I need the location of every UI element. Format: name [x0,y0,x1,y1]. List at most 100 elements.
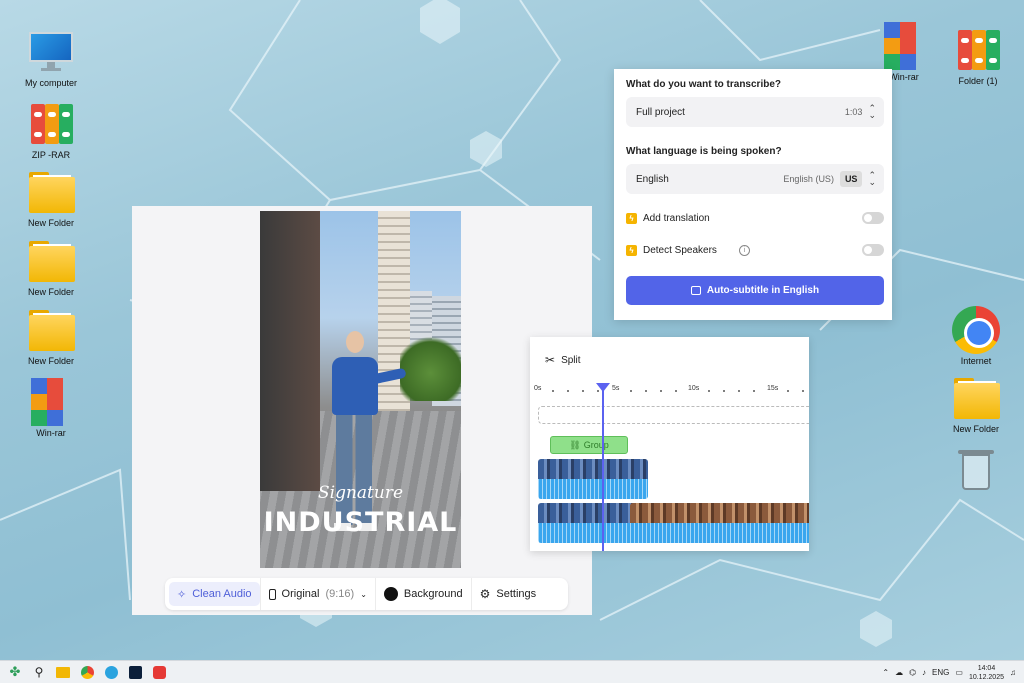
desktop-icon-label: Win-rar [36,428,66,438]
language-variant: English (US) [783,174,834,184]
subtitle-icon [690,286,701,295]
add-translation-row: ϟ Add translation [626,209,884,227]
language-question: What language is being spoken? [626,146,782,157]
audio-waveform-1[interactable] [538,479,648,499]
desktop-icon-new-folder-right[interactable]: New Folder [946,374,1006,434]
desktop-icon-my-computer[interactable]: My computer [21,28,81,88]
playhead-handle[interactable] [596,383,610,392]
clock-time: 14:04 [977,664,996,672]
desktop-icon-new-folder-1[interactable]: New Folder [21,168,81,228]
transcribe-panel: What do you want to transcribe? Full pro… [614,69,892,320]
binders-icon [954,26,1002,74]
add-translation-toggle[interactable] [862,212,884,224]
chrome-icon [80,665,94,679]
desktop-icon-label: Internet [960,356,992,366]
split-label: Split [561,354,581,366]
group-clip[interactable]: ⛓ Group [550,436,628,454]
language-value: English [636,173,669,185]
desktop-icon-label: New Folder [27,287,74,297]
gear-icon: ⚙ [479,587,491,601]
language-indicator[interactable]: ENG [932,668,949,677]
taskbar-explorer[interactable] [52,663,74,681]
desktop-icon-new-folder-2[interactable]: New Folder [21,237,81,297]
photoshop-icon [128,665,142,679]
battery-icon[interactable]: ▭ [955,668,963,677]
desktop-icon-internet[interactable]: Internet [946,306,1006,366]
playhead[interactable] [602,383,604,551]
clock-date: 10.12.2025 [968,673,1004,681]
video-clip-1[interactable] [538,459,648,479]
aspect-ratio-value: (9:16) [325,588,355,600]
app-icon [152,665,166,679]
background-button[interactable]: Background [376,582,471,606]
start-button[interactable]: ✤ [4,663,26,681]
windows-icon: ✤ [9,664,21,679]
desktop-icon-recycle-bin[interactable] [946,446,1006,494]
chrome-icon [952,306,1000,354]
cloud-icon[interactable]: ☁ [895,668,903,677]
folder-icon [952,374,1000,422]
notification-bell-icon[interactable]: ♫ [1010,668,1016,677]
desktop-icon-folder-1[interactable]: Folder (1) [948,26,1008,86]
timeline-ruler[interactable]: 0s 5s 10s 15s [530,385,809,397]
empty-track-dropzone[interactable] [538,406,809,424]
chevron-up-down-icon: ⌃ ⌄ [868,103,876,120]
folder-icon [27,306,75,354]
info-icon[interactable]: i [738,244,750,256]
clean-audio-label: Clean Audio [192,588,252,600]
folder-icon [56,666,70,678]
search-button[interactable]: ⚲ [28,663,50,681]
clock[interactable]: 14:04 10.12.2025 [969,664,1004,682]
auto-subtitle-button[interactable]: Auto-subtitle in English [626,276,884,305]
telegram-icon [104,665,118,679]
language-code-chip: US [839,171,863,187]
taskbar-app-red[interactable] [148,663,170,681]
desktop-icon-new-folder-3[interactable]: New Folder [21,306,81,366]
video-clip-3[interactable] [630,503,809,523]
lightning-icon: ϟ [626,244,637,256]
network-icon[interactable]: ⌬ [909,668,916,677]
detect-speakers-row: ϟ Detect Speakers i [626,241,884,259]
desktop-icon-zip-rar[interactable]: ZIP -RAR [21,100,81,160]
ruler-tick-5s: 5s [612,385,620,392]
sparkle-icon: ✧ [177,588,187,601]
split-button[interactable]: ✂ Split [545,353,581,367]
audio-waveform-2[interactable] [538,523,809,543]
desktop-icon-label: New Folder [27,356,74,366]
transcribe-question: What do you want to transcribe? [626,79,782,90]
background-label: Background [403,588,463,600]
volume-icon[interactable]: ♪ [922,668,926,677]
taskbar-photoshop[interactable] [124,663,146,681]
language-select[interactable]: English English (US) US ⌃ ⌄ [626,164,884,194]
taskbar: ✤ ⚲ ⌃ ☁ ⌬ ♪ ENG ▭ 14:04 10.12.2025 ♫ [0,660,1024,683]
video-preview[interactable]: Signature INDUSTRIAL [260,211,461,568]
scope-duration: 1:03 [844,107,863,117]
settings-button[interactable]: ⚙ Settings [472,582,545,606]
ruler-tick-15s: 15s [767,385,779,392]
folder-icon [27,237,75,285]
video-overlay-signature: Signature [317,483,404,503]
add-translation-label: Add translation [643,212,710,224]
winrar-icon [27,378,75,426]
desktop-icon-label: New Folder [952,424,999,434]
group-label: Group [583,440,609,450]
phone-icon [268,588,276,600]
transcribe-scope-select[interactable]: Full project 1:03 ⌃ ⌄ [626,97,884,127]
settings-label: Settings [496,588,537,600]
taskbar-chrome[interactable] [76,663,98,681]
system-tray: ⌃ ☁ ⌬ ♪ ENG ▭ 14:04 10.12.2025 ♫ [882,661,1016,683]
chevron-up-icon[interactable]: ⌃ [882,668,889,677]
folder-icon [27,168,75,216]
desktop-icon-win-rar[interactable]: Win-rar [21,378,81,438]
aspect-ratio-dropdown[interactable]: Original (9:16) ⌄ [261,582,375,606]
video-overlay-industrial: INDUSTRIAL [263,507,458,538]
detect-speakers-label: Detect Speakers [643,244,717,256]
detect-speakers-toggle[interactable] [862,244,884,256]
desktop-icon-label: New Folder [27,218,74,228]
editor-toolbar: ✧ Clean Audio Original (9:16) ⌄ Backgrou… [165,578,568,610]
auto-subtitle-label: Auto-subtitle in English [706,285,820,296]
clean-audio-button[interactable]: ✧ Clean Audio [169,582,260,606]
desktop-icon-label: Folder (1) [958,76,998,86]
desktop-icon-label: ZIP -RAR [31,150,71,160]
taskbar-telegram[interactable] [100,663,122,681]
